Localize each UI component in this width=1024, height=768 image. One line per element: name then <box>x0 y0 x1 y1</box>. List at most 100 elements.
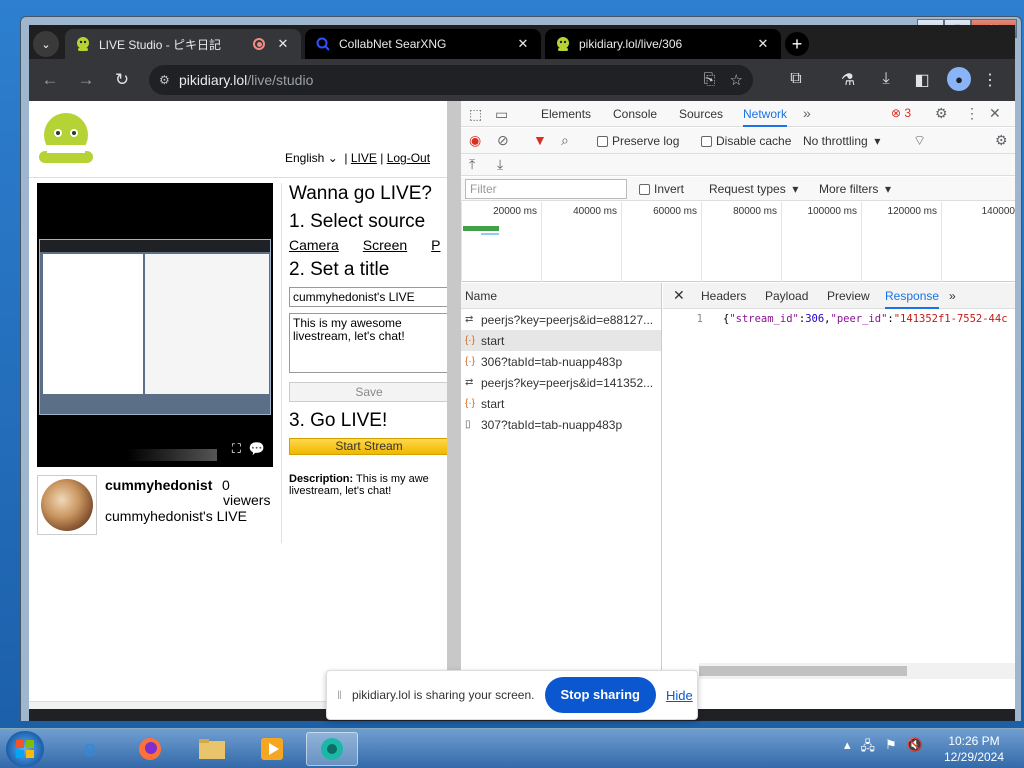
action-center-flag-icon[interactable]: ⚑ <box>885 737 897 759</box>
name-column-header[interactable]: Name <box>461 283 661 309</box>
avatar[interactable] <box>37 475 97 535</box>
site-info-icon[interactable]: ⚙ <box>159 73 179 87</box>
request-row[interactable]: {·} start <box>461 330 661 351</box>
import-har-icon[interactable]: ⤒ <box>469 156 475 173</box>
volume-muted-icon[interactable]: 🔇 <box>907 737 923 759</box>
stop-sharing-button[interactable]: Stop sharing <box>544 677 656 713</box>
close-detail-icon[interactable]: ✕ <box>673 287 685 304</box>
network-timeline[interactable]: 20000 ms 40000 ms 60000 ms 80000 ms 1000… <box>461 202 1015 282</box>
hide-link[interactable]: Hide <box>666 688 693 703</box>
device-toolbar-icon[interactable]: ▭ <box>495 106 508 123</box>
request-row[interactable]: ⇄ peerjs?key=peerjs&id=e88127... <box>461 309 661 330</box>
clear-icon[interactable]: ⊘ <box>497 132 509 149</box>
side-panel-icon[interactable]: ◧ <box>911 70 933 90</box>
logout-link[interactable]: Log-Out <box>387 151 430 165</box>
timeline-tick-label: 60000 ms <box>653 206 697 217</box>
request-types-dropdown[interactable]: Request types ▾ <box>709 182 798 196</box>
media-player-icon[interactable] <box>246 732 298 766</box>
tab-payload[interactable]: Payload <box>765 289 808 303</box>
file-explorer-icon[interactable] <box>186 732 238 766</box>
language-nav: English ⌄ | LIVE | Log-Out <box>285 151 431 165</box>
filter-input[interactable]: Filter <box>465 179 627 199</box>
more-options-kebab-icon[interactable]: ⋮ <box>965 105 979 122</box>
chat-bubbles-icon[interactable]: 💬 <box>249 441 265 457</box>
tab-live-studio[interactable]: LIVE Studio - ピキ日記 ✕ <box>65 29 301 59</box>
tab-live-306[interactable]: pikidiary.lol/live/306 ✕ <box>545 29 781 59</box>
record-stop-icon[interactable]: ◉ <box>469 132 481 149</box>
labs-flask-icon[interactable]: ⚗ <box>837 70 859 90</box>
throttling-select[interactable]: No throttling ▾ <box>803 134 880 148</box>
close-tab-icon[interactable]: ✕ <box>275 36 291 52</box>
volume-bar[interactable] <box>127 449 217 461</box>
inspect-element-icon[interactable]: ⬚ <box>469 106 482 123</box>
install-app-icon[interactable]: ⎘ <box>704 71 716 89</box>
wanna-go-live-heading: Wanna go LIVE? <box>289 183 432 204</box>
address-bar[interactable]: ⚙ pikidiary.lol/live/studio ⎘ ☆ <box>149 65 753 95</box>
source-screen-link[interactable]: Screen <box>363 237 407 253</box>
show-hidden-icons-icon[interactable]: ▴ <box>844 737 851 759</box>
extensions-icon[interactable]: ⧉ <box>785 70 807 88</box>
pikidiary-logo[interactable] <box>37 111 95 170</box>
start-stream-button[interactable]: Start Stream <box>289 438 447 455</box>
close-devtools-icon[interactable]: ✕ <box>989 105 1001 122</box>
internet-explorer-icon[interactable]: e <box>64 732 116 766</box>
stream-preview-video[interactable]: ⛶ 💬 <box>37 183 273 467</box>
save-button[interactable]: Save <box>289 382 447 402</box>
more-detail-tabs-chevron-icon[interactable]: » <box>949 289 956 303</box>
filter-funnel-icon[interactable]: ▼ <box>533 132 547 148</box>
title-input[interactable] <box>289 287 447 307</box>
description-textarea[interactable]: This is my awesome livestream, let's cha… <box>289 313 447 373</box>
settings-gear-icon[interactable]: ⚙ <box>935 105 948 122</box>
network-settings-gear-icon[interactable]: ⚙ <box>995 132 1008 149</box>
error-count-badge[interactable]: ⊗ 3 <box>891 106 911 120</box>
new-tab-button[interactable]: + <box>785 32 809 56</box>
fullscreen-icon[interactable]: ⛶ <box>232 441 241 457</box>
websocket-icon: ⇄ <box>465 377 474 388</box>
tab-network[interactable]: Network <box>743 107 788 127</box>
source-p-link[interactable]: P <box>431 237 440 253</box>
response-body[interactable]: 1 {"stream_id":306,"peer_id":"141352f1-75… <box>663 313 1015 325</box>
xhr-icon: {·} <box>465 398 476 409</box>
response-horizontal-scrollbar[interactable] <box>699 663 1015 679</box>
tab-console[interactable]: Console <box>613 107 657 121</box>
more-filters-dropdown[interactable]: More filters ▾ <box>819 182 891 196</box>
firefox-icon[interactable] <box>124 732 176 766</box>
forward-arrow-icon[interactable]: → <box>75 69 97 91</box>
invert-checkbox[interactable]: Invert <box>639 182 684 196</box>
streamer-username[interactable]: cummyhedonist <box>105 477 212 493</box>
export-har-icon[interactable]: ⤓ <box>497 156 503 173</box>
back-arrow-icon[interactable]: ← <box>39 69 61 91</box>
tab-preview[interactable]: Preview <box>827 289 870 303</box>
tab-searxng[interactable]: CollabNet SearXNG ✕ <box>305 29 541 59</box>
network-icon[interactable]: 🖧 <box>861 737 876 759</box>
tab-title: CollabNet SearXNG <box>339 37 447 51</box>
tab-response[interactable]: Response <box>885 289 940 309</box>
close-tab-icon[interactable]: ✕ <box>515 36 531 52</box>
live-link[interactable]: LIVE <box>351 151 377 165</box>
profile-avatar-icon[interactable]: ● <box>947 67 971 91</box>
menu-kebab-icon[interactable]: ⋮ <box>979 70 1001 90</box>
request-row[interactable]: ▯ 307?tabId=tab-nuapp483p <box>461 414 661 435</box>
tab-sources[interactable]: Sources <box>679 107 723 121</box>
download-icon[interactable]: ⤓ <box>875 70 897 88</box>
disable-cache-checkbox[interactable]: Disable cache <box>701 134 791 148</box>
request-row[interactable]: ⇄ peerjs?key=peerjs&id=141352... <box>461 372 661 393</box>
request-row[interactable]: {·} start <box>461 393 661 414</box>
reload-icon[interactable]: ↻ <box>111 69 133 91</box>
more-tabs-chevron-icon[interactable]: » <box>803 105 811 121</box>
search-icon[interactable]: ⌕ <box>561 132 569 149</box>
close-tab-icon[interactable]: ✕ <box>755 36 771 52</box>
clock[interactable]: 10:26 PM 12/29/2024 <box>938 733 1010 765</box>
network-conditions-icon[interactable]: ⌔ <box>913 132 926 150</box>
tab-elements[interactable]: Elements <box>541 107 591 121</box>
tab-headers[interactable]: Headers <box>701 289 746 303</box>
preserve-log-checkbox[interactable]: Preserve log <box>597 134 679 148</box>
bookmark-star-icon[interactable]: ☆ <box>730 71 743 89</box>
request-row[interactable]: {·} 306?tabId=tab-nuapp483p <box>461 351 661 372</box>
source-camera-link[interactable]: Camera <box>289 237 339 253</box>
language-select[interactable]: English ⌄ <box>285 151 338 165</box>
chrome-taskbar-icon[interactable] <box>306 732 358 766</box>
start-button[interactable] <box>6 731 44 767</box>
drag-handle-icon[interactable]: ‖ <box>337 688 342 702</box>
tab-search-button[interactable]: ⌄ <box>33 31 59 57</box>
